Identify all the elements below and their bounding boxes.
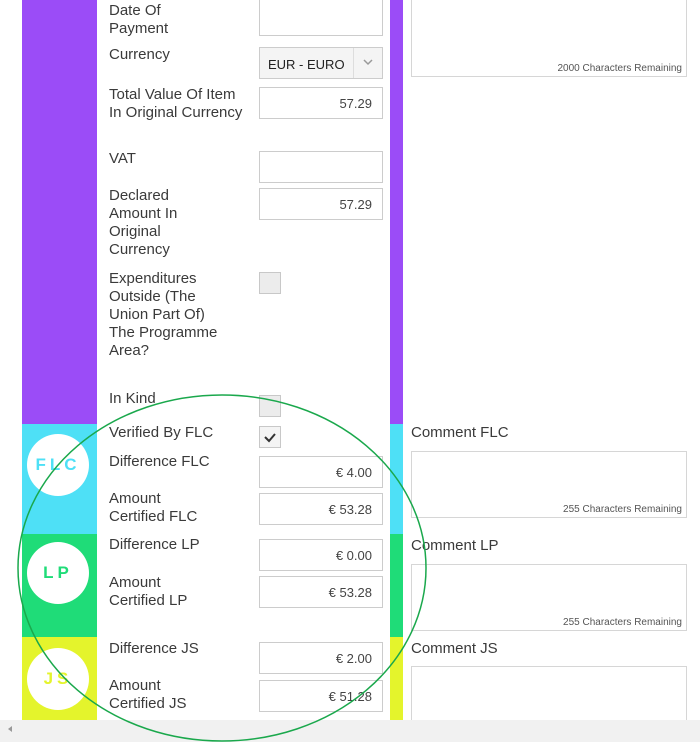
total-value-input[interactable]: 57.29 [259,87,383,119]
vat-label: VAT [109,150,136,167]
amount-certified-flc-label: Amount Certified FLC [109,490,198,525]
amount-certified-lp-label: Amount Certified LP [109,574,188,609]
divider-bar-general [390,0,403,424]
verified-by-flc-checkbox[interactable] [259,426,281,448]
js-badge: JS [27,648,89,710]
chevron-down-icon [353,48,382,78]
characters-remaining-general: 2000 Characters Remaining [557,63,682,74]
vat-input[interactable] [259,151,383,183]
declared-amount-label: Declared Amount In Original Currency [109,187,178,258]
difference-js-input[interactable]: € 2.00 [259,642,383,674]
in-kind-checkbox[interactable] [259,395,281,417]
total-value-label: Total Value Of Item In Original Currency [109,86,243,121]
date-of-payment-label: Date Of Payment [109,2,169,37]
lp-badge: LP [27,542,89,604]
currency-label: Currency [109,46,170,63]
js-badge-text: JS [43,669,73,688]
currency-select-value: EUR - EURO [268,57,345,72]
comment-flc-textarea[interactable]: 255 Characters Remaining [411,451,687,518]
divider-bar-flc [390,424,403,534]
declared-amount-input[interactable]: 57.29 [259,188,383,220]
comment-textarea-general[interactable]: 2000 Characters Remaining [411,0,687,77]
difference-lp-input[interactable]: € 0.00 [259,539,383,571]
checkmark-icon [264,433,276,443]
flc-badge-text: FLC [35,455,81,474]
verified-by-flc-label: Verified By FLC [109,424,214,441]
difference-flc-input[interactable]: € 4.00 [259,456,383,488]
comment-js-label: Comment JS [411,640,498,657]
date-of-payment-input[interactable] [259,0,383,36]
expenditures-outside-label: Expenditures Outside (The Union Part Of)… [109,270,218,359]
horizontal-scrollbar[interactable] [0,720,700,742]
difference-js-label: Difference JS [109,640,199,657]
difference-lp-label: Difference LP [109,536,200,553]
divider-bar-js [390,637,403,720]
comment-lp-label: Comment LP [411,537,499,554]
scroll-left-arrow-icon[interactable] [8,726,12,732]
expenditures-outside-checkbox[interactable] [259,272,281,294]
amount-certified-js-label: Amount Certified JS [109,677,187,712]
difference-flc-label: Difference FLC [109,453,210,470]
currency-select[interactable]: EUR - EURO [259,47,383,79]
comment-flc-label: Comment FLC [411,424,509,441]
comment-lp-textarea[interactable]: 255 Characters Remaining [411,564,687,631]
characters-remaining-flc: 255 Characters Remaining [563,504,682,515]
amount-certified-js-input[interactable]: € 51.28 [259,680,383,712]
in-kind-label: In Kind [109,390,156,407]
characters-remaining-lp: 255 Characters Remaining [563,617,682,628]
section-bar-general [22,0,97,424]
lp-badge-text: LP [43,563,73,582]
amount-certified-flc-input[interactable]: € 53.28 [259,493,383,525]
divider-bar-lp [390,534,403,637]
comment-js-textarea[interactable] [411,666,687,720]
flc-badge: FLC [27,434,89,496]
amount-certified-lp-input[interactable]: € 53.28 [259,576,383,608]
